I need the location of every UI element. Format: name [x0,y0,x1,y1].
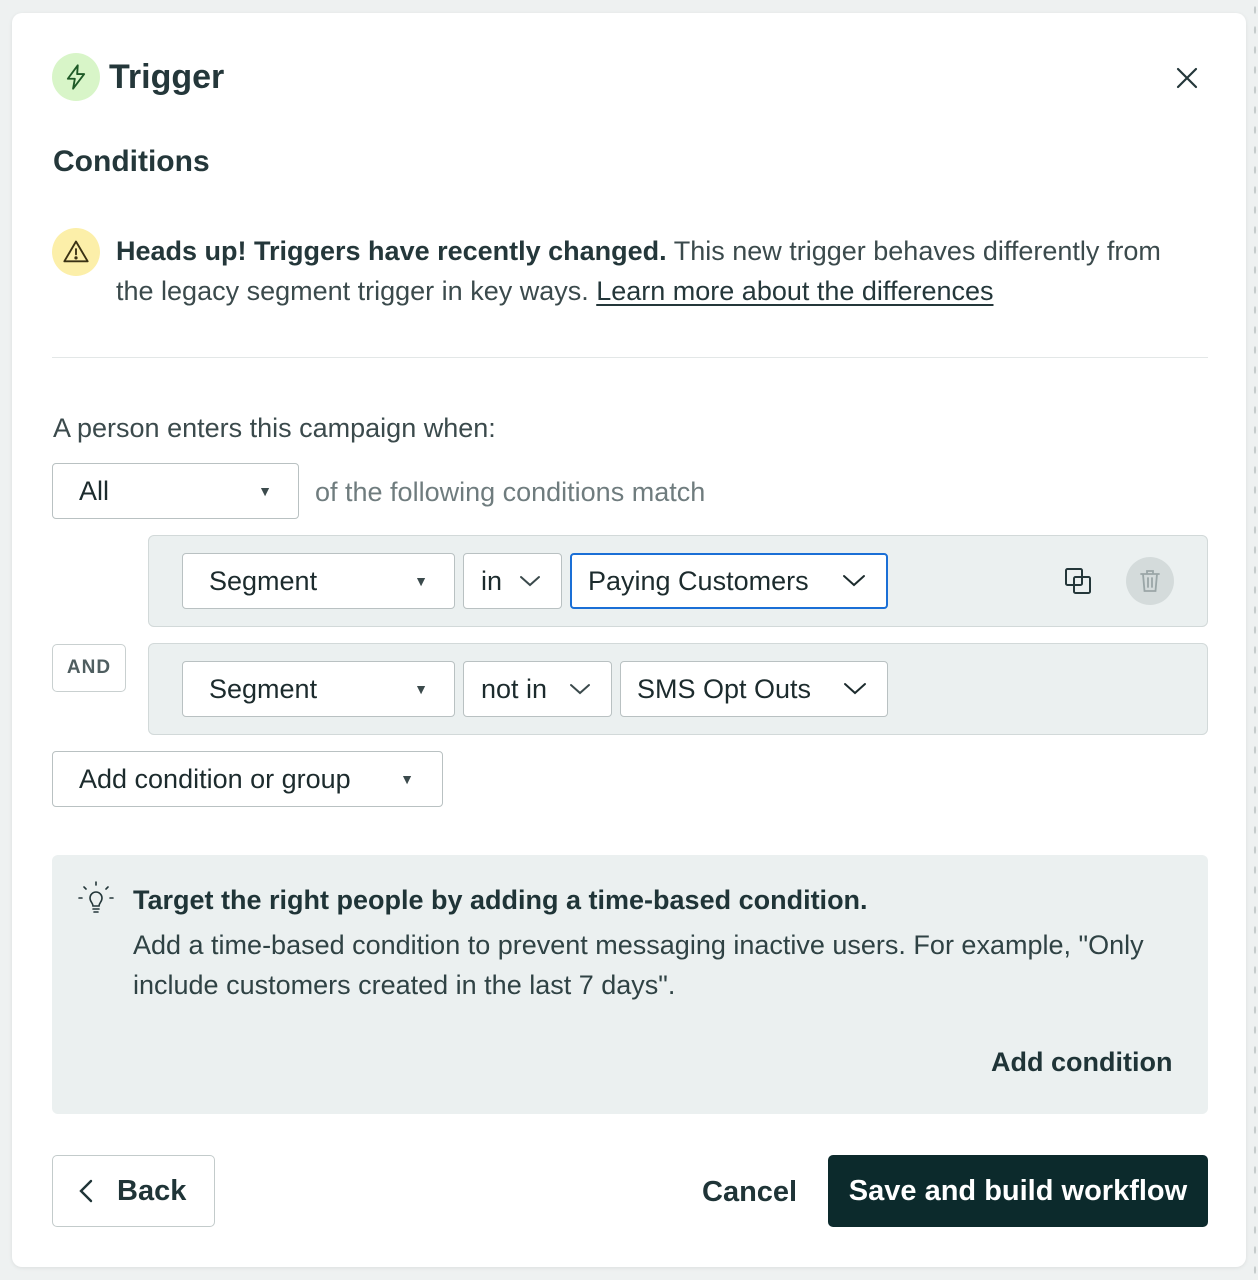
condition-field-select[interactable]: Segment ▼ [182,661,455,717]
close-icon [1176,67,1198,89]
section-title: Conditions [53,145,210,178]
condition-value: Paying Customers [588,565,809,596]
condition-field-value: Segment [209,565,318,596]
condition-operator-select[interactable]: in [463,553,562,609]
caret-down-icon: ▼ [258,483,272,499]
divider [52,357,1208,358]
and-joiner: AND [52,644,126,692]
warning-icon [52,228,100,276]
condition-field-value: Segment [209,673,318,704]
caret-down-icon: ▼ [414,681,428,697]
trigger-modal: Trigger Conditions Heads up! Triggers ha… [12,13,1246,1267]
duplicate-condition-button[interactable] [1060,563,1096,599]
lightning-icon [52,53,100,101]
match-mode-value: All [79,475,110,506]
condition-operator-select[interactable]: not in [463,661,612,717]
add-time-condition-button[interactable]: Add condition [991,1045,1172,1079]
condition-field-select[interactable]: Segment ▼ [182,553,455,609]
notice-heading: Heads up! Triggers have recently changed… [116,236,667,266]
conditions-intro: A person enters this campaign when: [53,413,496,443]
close-button[interactable] [1170,61,1204,95]
chevron-down-icon [843,682,867,696]
back-button[interactable]: Back [52,1155,215,1227]
chevron-left-icon [79,1179,93,1203]
caret-down-icon: ▼ [400,771,414,787]
add-condition-or-group-select[interactable]: Add condition or group ▼ [52,751,443,807]
add-condition-label: Add condition or group [79,763,351,794]
condition-value: SMS Opt Outs [637,673,812,704]
condition-value-select[interactable]: SMS Opt Outs [620,661,888,717]
cancel-button[interactable]: Cancel [702,1175,797,1209]
condition-operator-value: in [481,565,503,596]
notice-text: Heads up! Triggers have recently changed… [116,231,1196,311]
modal-title: Trigger [109,58,225,96]
chevron-down-icon [842,574,866,588]
duplicate-icon [1065,568,1091,594]
back-label: Back [117,1174,187,1207]
learn-more-link[interactable]: Learn more about the differences [596,276,993,306]
chevron-down-icon [569,682,591,696]
lightbulb-icon [76,879,116,919]
tip-body: Add a time-based condition to prevent me… [133,930,1144,1000]
canvas-dots [1252,0,1258,1280]
condition-operator-value: not in [481,673,548,704]
tip-title: Target the right people by adding a time… [133,885,868,915]
delete-condition-button[interactable] [1126,557,1174,605]
match-mode-select[interactable]: All ▼ [52,463,299,519]
condition-value-select[interactable]: Paying Customers [570,553,888,609]
caret-down-icon: ▼ [414,573,428,589]
trash-icon [1140,570,1160,592]
save-and-build-button[interactable]: Save and build workflow [828,1155,1208,1227]
match-suffix: of the following conditions match [315,477,706,507]
chevron-down-icon [519,574,541,588]
